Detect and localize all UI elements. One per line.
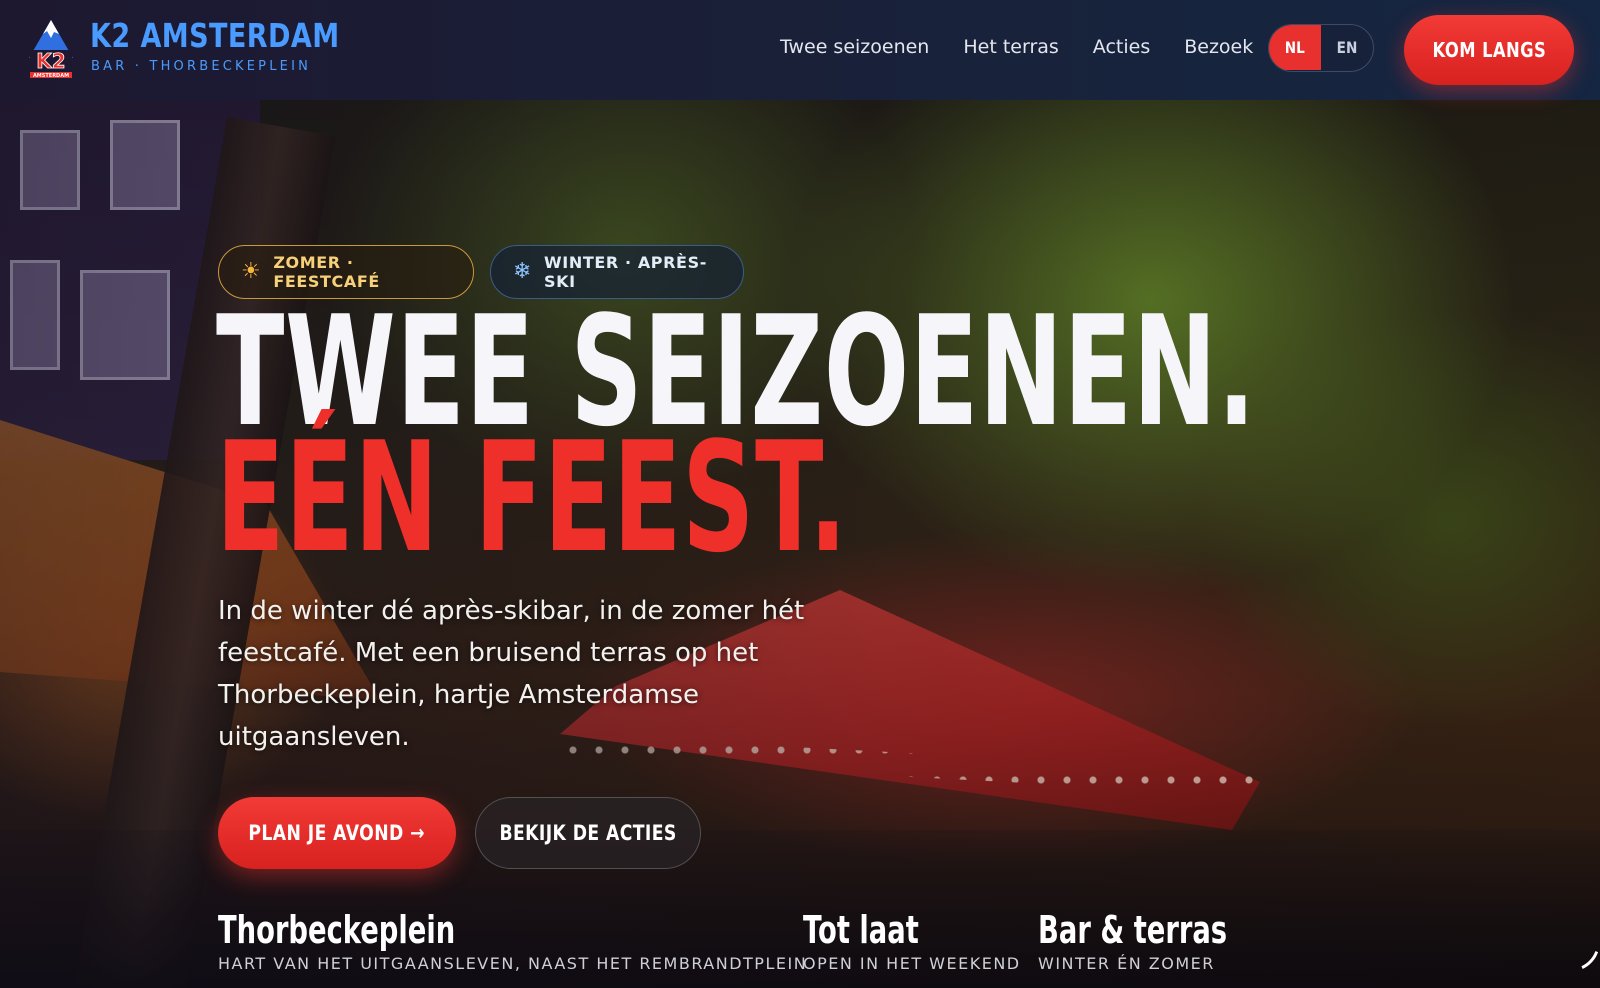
fact-subtitle: WINTER ÉN ZOMER	[1038, 954, 1215, 973]
logo-k2-text: K2	[36, 49, 65, 73]
hero-intro-text: In de winter dé après-skibar, in de zome…	[218, 596, 805, 752]
brand-name[interactable]: K2 AMSTERDAM	[90, 16, 340, 55]
site-header: K2 AMSTERDAM K2 AMSTERDAM BAR · THORBECK…	[0, 0, 1600, 100]
language-toggle: NL EN	[1268, 24, 1374, 72]
hero-headline: TWEE SEIZOENEN. EÉN FEEST.	[216, 295, 1256, 574]
fact-item-hours: Tot laat OPEN IN HET WEEKEND	[803, 908, 1021, 973]
fact-title: Thorbeckeplein	[218, 908, 456, 952]
snowflake-icon: ❄	[513, 259, 533, 284]
fact-title: Tot laat	[803, 908, 919, 952]
nav-link-bezoek[interactable]: Bezoek	[1184, 36, 1253, 58]
fact-subtitle: HART VAN HET UITGAANSLEVEN, NAAST HET RE…	[218, 954, 808, 973]
logo-amsterdam-text: AMSTERDAM	[33, 73, 69, 79]
nav-link-twee-seizoenen[interactable]: Twee seizoenen	[780, 36, 929, 58]
kom-langs-button[interactable]: KOM LANGS	[1404, 15, 1574, 85]
plan-je-avond-button[interactable]: PLAN JE AVOND →	[218, 797, 456, 869]
sun-icon: ☀	[241, 259, 262, 284]
lang-button-en[interactable]: EN	[1325, 25, 1369, 70]
fact-item-bar-terrace: Bar & terras WINTER ÉN ZOMER	[1038, 908, 1301, 973]
nav-link-het-terras[interactable]: Het terras	[963, 36, 1058, 58]
fact-title: Bar & terras	[1038, 908, 1228, 952]
lang-button-nl[interactable]: NL	[1269, 25, 1321, 70]
fact-subtitle: OPEN IN HET WEEKEND	[803, 954, 1021, 973]
nav-link-acties[interactable]: Acties	[1093, 36, 1150, 58]
k2-logo-icon[interactable]: K2 AMSTERDAM	[26, 18, 76, 82]
bekijk-de-acties-button[interactable]: BEKIJK DE ACTIES	[475, 797, 701, 869]
fact-item-location: Thorbeckeplein HART VAN HET UITGAANSLEVE…	[218, 908, 807, 973]
brand-tagline: BAR · THORBECKEPLEIN	[91, 59, 312, 74]
main-nav: Twee seizoenen Het terras Acties Bezoek	[780, 36, 1253, 58]
